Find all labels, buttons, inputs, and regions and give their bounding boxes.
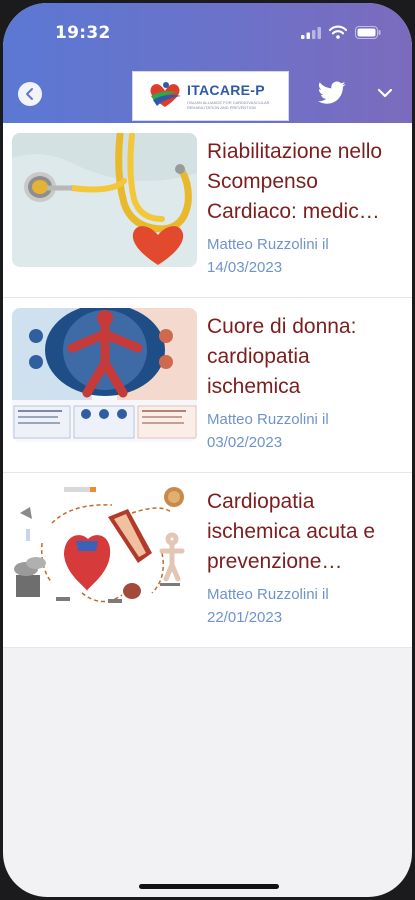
article-title[interactable]: Cuore di donna: cardiopatia ischemica	[207, 312, 405, 402]
risk-factors-diagram-image	[12, 483, 197, 617]
article-title[interactable]: Cardiopatia ischemica acuta e prevenzion…	[207, 487, 405, 577]
logo-heart-icon	[150, 82, 181, 107]
battery-icon	[355, 26, 381, 39]
article-meta: Matteo Ruzzolini il 22/01/2023	[207, 586, 329, 626]
article-thumbnail-stethoscope[interactable]	[12, 133, 197, 267]
stethoscope-heart-image	[12, 133, 197, 267]
article-title[interactable]: Riabilitazione nello Scompenso Cardiaco:…	[207, 137, 405, 227]
home-indicator[interactable]	[139, 884, 279, 889]
back-button[interactable]	[18, 82, 42, 106]
phone-screen: 19:32 ITACARE-P ITALIAN ALLIANCE FOR CAR…	[3, 3, 412, 897]
logo-subtitle: ITALIAN ALLIANCE FOR CARDIOVASCULAR REHA…	[187, 100, 270, 110]
wifi-icon	[329, 25, 347, 39]
article-list: Riabilitazione nello Scompenso Cardiaco:…	[3, 123, 412, 648]
article-meta: Matteo Ruzzolini il 03/02/2023	[207, 411, 329, 451]
status-bar: 19:32	[3, 3, 412, 67]
chevron-down-icon[interactable]	[377, 87, 393, 99]
article-thumbnail-women-heart[interactable]	[12, 308, 197, 442]
twitter-icon[interactable]	[318, 81, 346, 105]
article-card[interactable]: Riabilitazione nello Scompenso Cardiaco:…	[3, 123, 412, 298]
women-heart-infographic-image	[12, 308, 197, 442]
status-time: 19:32	[55, 23, 111, 43]
article-thumbnail-risk-factors[interactable]	[12, 483, 197, 617]
article-card[interactable]: Cuore di donna: cardiopatia ischemica Ma…	[3, 298, 412, 473]
article-card[interactable]: Cardiopatia ischemica acuta e prevenzion…	[3, 473, 412, 648]
back-icon	[26, 88, 33, 100]
itacare-logo[interactable]: ITACARE-P ITALIAN ALLIANCE FOR CARDIOVAS…	[132, 71, 289, 121]
app-header: ITACARE-P ITALIAN ALLIANCE FOR CARDIOVAS…	[3, 67, 412, 123]
cellular-signal-icon	[301, 27, 321, 39]
logo-text: ITACARE-P	[187, 82, 265, 98]
article-meta: Matteo Ruzzolini il 14/03/2023	[207, 236, 329, 276]
